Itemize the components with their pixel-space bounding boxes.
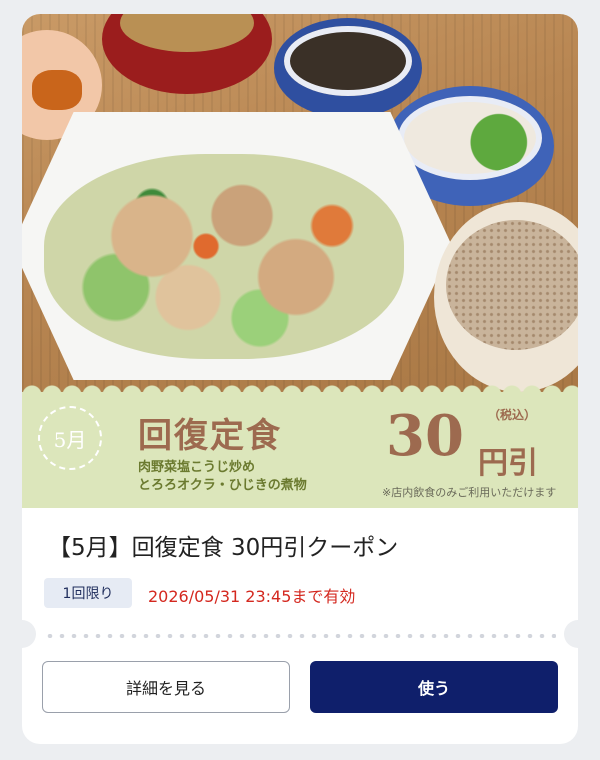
coupon-card: 5月 回復定食 肉野菜塩こうじ炒め とろろオクラ・ひじきの煮物 30 円引 （税… (22, 14, 578, 744)
menu-item: 肉野菜塩こうじ炒め (138, 460, 256, 475)
perforation-notch (22, 620, 36, 648)
discount-amount: 30 (386, 403, 464, 469)
tax-label: （税込） (488, 408, 537, 422)
perforation-divider (44, 634, 556, 638)
menu-item: とろろオクラ・ひじきの煮物 (138, 478, 307, 493)
month-badge: 5月 (38, 406, 102, 470)
coupon-title: 【5月】回復定食 30円引クーポン (48, 535, 399, 561)
usage-note: ※店内飲食のみご利用いただけます (382, 486, 557, 499)
menu-title: 回復定食 (138, 416, 282, 456)
discount-suffix: 円引 (478, 446, 538, 481)
stir-fry-dish (44, 154, 404, 359)
meal-photo (22, 14, 578, 392)
perforation-notch (564, 620, 578, 648)
validity-text: 2026/05/31 23:45まで有効 (148, 587, 356, 606)
usage-limit-badge: 1回限り (44, 578, 132, 608)
use-coupon-button[interactable]: 使う (310, 661, 558, 713)
coupon-banner: 5月 回復定食 肉野菜塩こうじ炒め とろろオクラ・ひじきの煮物 30 円引 （税… (22, 383, 578, 508)
hijiki-dish (274, 18, 422, 118)
view-details-button[interactable]: 詳細を見る (42, 661, 290, 713)
